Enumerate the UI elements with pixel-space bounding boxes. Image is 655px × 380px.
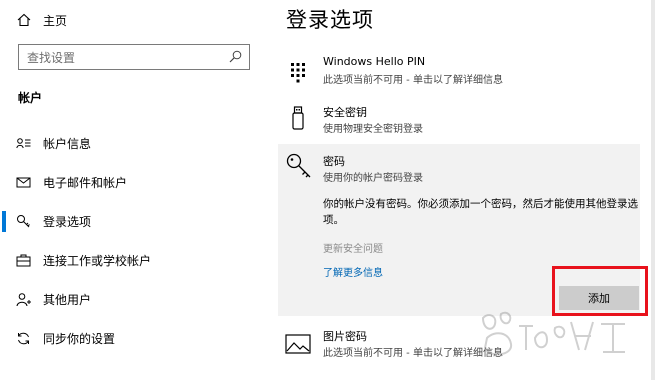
learn-more-link[interactable]: 了解更多信息 [323,264,383,279]
option-password-expanded[interactable]: 密码 使用你的帐户密码登录 你的帐户没有密码。你必须添加一个密码，然后才能使用其… [278,144,648,316]
sidebar-item-other-users[interactable]: 其他用户 [0,280,268,319]
sidebar-item-sync[interactable]: 同步你的设置 [0,319,268,358]
option-subtitle: 使用物理安全密钥登录 [323,124,423,135]
key-icon [17,215,30,228]
option-title: 安全密钥 [323,106,367,119]
scrollbar[interactable] [651,0,655,380]
add-password-button[interactable]: 添加 [559,286,639,310]
sidebar-item-email[interactable]: 电子邮件和帐户 [0,163,268,202]
baidu-watermark-logo [481,311,625,356]
page-title: 登录选项 [286,8,374,32]
sidebar-item-label: 同步你的设置 [43,332,116,346]
home-label: 主页 [43,13,68,28]
option-title: 图片密码 [323,330,367,343]
option-security-key[interactable]: 安全密钥 使用物理安全密钥登录 [278,98,640,140]
option-windows-hello-pin[interactable]: Windows Hello PIN 此选项当前不可用 - 单击以了解详细信息 [278,50,640,94]
sidebar-item-label: 电子邮件和帐户 [43,176,128,190]
sidebar-nav: 帐户信息 电子邮件和帐户 登录选项 连接工作或学校帐户 其他用户 同步你的设置 [0,124,268,358]
sidebar-item-work-school[interactable]: 连接工作或学校帐户 [0,241,268,280]
home-link[interactable]: 主页 [17,10,67,30]
sidebar-item-label: 其他用户 [43,293,92,307]
option-title: 密码 [323,155,345,168]
person-add-icon [16,293,31,307]
person-card-icon [16,138,31,149]
search-placeholder: 查找设置 [27,50,76,65]
usb-key-icon [292,106,304,130]
search-input[interactable]: 查找设置 [18,44,250,70]
pin-keypad-icon [291,63,305,83]
settings-sidebar: 主页 查找设置 帐户 帐户信息 电子邮件和帐户 登录选项 连接工作或学校帐户 其… [0,0,268,380]
home-icon [17,13,31,27]
sync-icon [18,332,29,345]
sidebar-item-sign-in-options[interactable]: 登录选项 [0,202,268,241]
search-icon[interactable] [229,50,242,63]
briefcase-icon [16,254,31,267]
mail-icon [16,177,31,188]
sidebar-item-label: 登录选项 [43,215,92,229]
option-subtitle: 此选项当前不可用 - 单击以了解详细信息 [323,75,503,86]
picture-icon [285,334,311,354]
section-heading: 帐户 [18,91,43,105]
option-subtitle: 使用你的帐户密码登录 [323,173,423,184]
sidebar-item-label: 帐户信息 [43,137,92,151]
sidebar-item-label: 连接工作或学校帐户 [43,254,152,268]
update-security-questions-link[interactable]: 更新安全问题 [323,240,383,255]
key-icon [286,153,311,178]
sidebar-item-account-info[interactable]: 帐户信息 [0,124,268,163]
password-description: 你的帐户没有密码。你必须添加一个密码，然后才能使用其他登录选项。 [323,198,638,226]
option-title: Windows Hello PIN [323,55,426,68]
